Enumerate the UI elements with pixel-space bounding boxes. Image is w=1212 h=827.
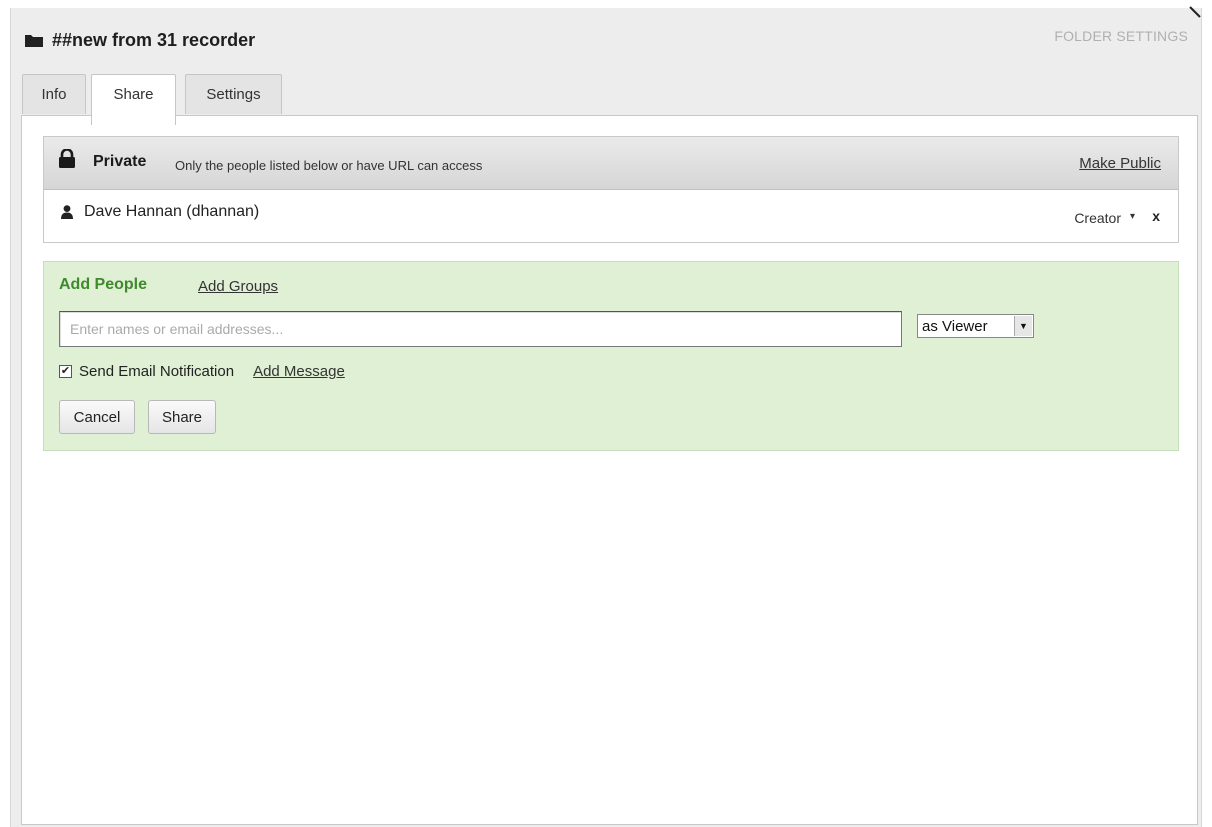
tab-info-label: Info: [41, 86, 67, 103]
add-people-tab[interactable]: Add People: [59, 276, 147, 294]
member-role-dropdown[interactable]: Creator: [1074, 210, 1121, 226]
member-row: Dave Hannan (dhannan) Creator ▾ x: [44, 190, 1178, 242]
permission-select-value: as Viewer: [922, 317, 988, 335]
privacy-header: Private Only the people listed below or …: [44, 137, 1178, 190]
select-arrow-icon[interactable]: ▼: [1014, 316, 1032, 336]
share-panel: Private Only the people listed below or …: [21, 115, 1198, 825]
member-name: Dave Hannan (dhannan): [84, 203, 260, 220]
names-input[interactable]: [59, 311, 902, 347]
tab-settings-label: Settings: [206, 86, 261, 103]
user-icon: [61, 205, 73, 219]
lock-icon: [59, 149, 75, 168]
privacy-status: Private: [93, 153, 147, 170]
add-groups-link[interactable]: Add Groups: [198, 278, 278, 295]
send-email-label: Send Email Notification: [79, 363, 235, 380]
folder-icon: [25, 35, 43, 47]
send-email-checkbox[interactable]: ✔: [59, 365, 72, 378]
permission-select[interactable]: as Viewer ▼: [917, 314, 1034, 338]
make-public-link[interactable]: Make Public: [1079, 155, 1161, 172]
dialog-title-row: ##new from 31 recorder: [25, 26, 255, 54]
add-people-section: Add People Add Groups as Viewer ▼ ✔ Send…: [43, 261, 1179, 451]
dialog-title: ##new from 31 recorder: [52, 29, 256, 50]
tab-share[interactable]: Share: [91, 74, 176, 125]
folder-dialog: ##new from 31 recorder FOLDER SETTINGS I…: [10, 6, 1202, 827]
folder-settings-label: FOLDER SETTINGS: [1054, 28, 1188, 44]
notify-row: ✔ Send Email Notification Add Message: [59, 363, 345, 380]
privacy-description: Only the people listed below or have URL…: [175, 158, 483, 173]
resize-corner-icon: [1189, 6, 1201, 18]
add-message-link[interactable]: Add Message: [253, 363, 345, 380]
privacy-section: Private Only the people listed below or …: [43, 136, 1179, 243]
tab-info[interactable]: Info: [22, 74, 86, 114]
tab-settings[interactable]: Settings: [185, 74, 282, 114]
remove-member-button[interactable]: x: [1152, 208, 1160, 224]
tab-share-label: Share: [113, 86, 154, 103]
cancel-button[interactable]: Cancel: [59, 400, 135, 434]
share-button[interactable]: Share: [148, 400, 216, 434]
role-caret-icon[interactable]: ▾: [1130, 211, 1135, 222]
